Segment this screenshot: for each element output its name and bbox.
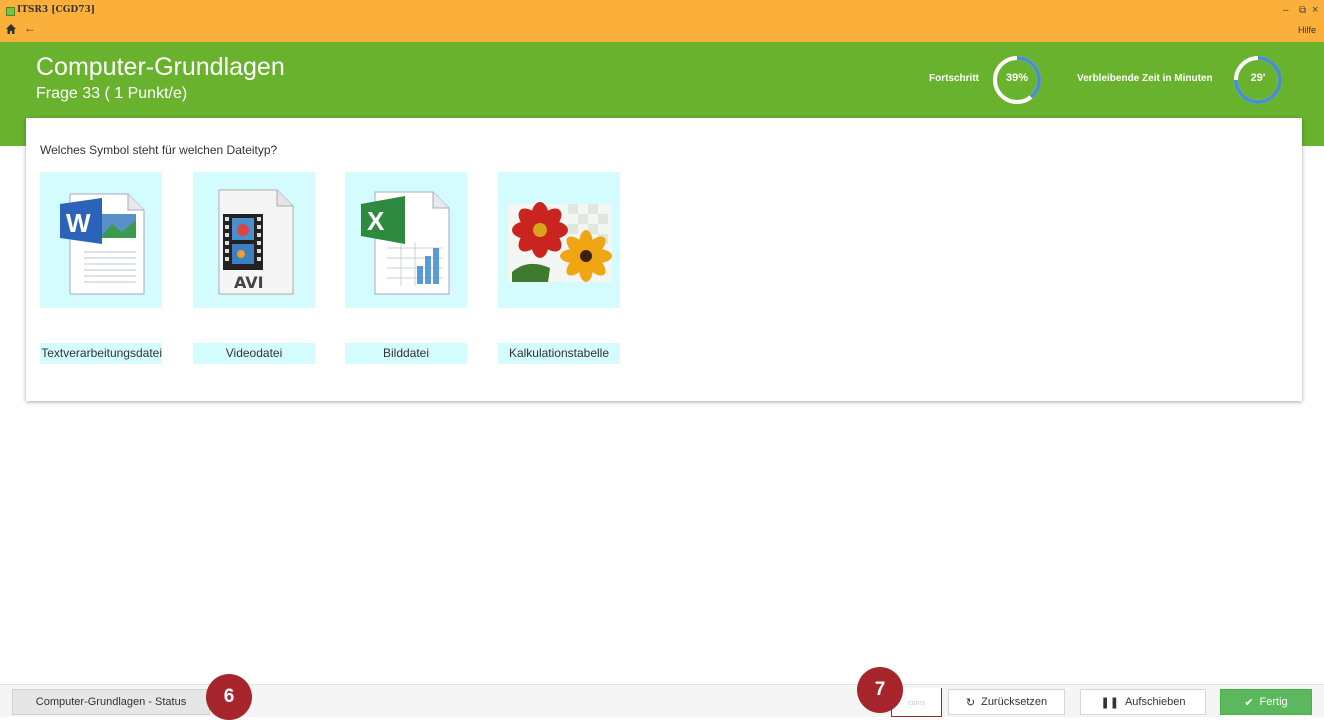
question-text: Welches Symbol steht für welchen Dateity… — [40, 143, 278, 157]
help-link[interactable]: Hilfe — [1298, 25, 1316, 35]
app-icon — [6, 7, 15, 16]
avi-label: AVI — [234, 273, 264, 292]
home-icon[interactable] — [5, 23, 17, 35]
answer-label-spreadsheet[interactable]: Kalkulationstabelle — [498, 343, 620, 364]
reset-button[interactable]: ↻ Zurücksetzen — [948, 689, 1065, 715]
reset-icon: ↻ — [965, 696, 976, 709]
draggable-icon-word[interactable]: W — [40, 172, 162, 308]
progress-label: Fortschritt — [929, 73, 979, 84]
minimize-button[interactable]: – — [1283, 5, 1289, 16]
postpone-button[interactable]: ❚❚ Aufschieben — [1080, 689, 1206, 715]
answer-label-image[interactable]: Bilddatei — [345, 343, 467, 364]
excel-spreadsheet-icon: X — [361, 191, 450, 295]
progress-value: 39% — [1005, 72, 1029, 84]
done-button[interactable]: ✔ Fertig — [1220, 689, 1312, 715]
check-icon: ✔ — [1244, 696, 1254, 709]
progress-ring: 39% — [990, 53, 1044, 107]
word-document-icon: W — [60, 193, 145, 295]
answer-label-text-processing[interactable]: Textverarbeitungsdatei — [40, 343, 162, 364]
window-titlebar: ITSR3 [CGD73] ← – ⧉ × Hilfe — [0, 0, 1324, 42]
svg-text:X: X — [367, 206, 385, 236]
draggable-icon-spreadsheet[interactable]: X — [345, 172, 467, 308]
svg-text:W: W — [66, 208, 91, 238]
pause-icon: ❚❚ — [1100, 696, 1119, 709]
time-remaining-value: 29' — [1250, 72, 1266, 84]
back-arrow-icon[interactable]: ← — [24, 21, 36, 35]
reset-button-label: Zurücksetzen — [981, 696, 1048, 708]
window-title: ITSR3 [CGD73] — [17, 5, 95, 15]
done-button-label: Fertig — [1259, 696, 1288, 708]
annotation-marker-7: 7 — [857, 667, 903, 713]
draggable-icon-video[interactable]: AVI — [193, 172, 315, 308]
draggable-icon-image[interactable] — [498, 172, 620, 308]
time-remaining-label: Verbleibende Zeit in Minuten — [1077, 73, 1213, 84]
question-card: Welches Symbol steht für welchen Dateity… — [26, 118, 1302, 401]
flower-image-icon — [508, 202, 612, 282]
avi-video-icon: AVI — [218, 189, 294, 295]
time-ring: 29' — [1231, 53, 1285, 107]
restore-button[interactable]: ⧉ — [1299, 5, 1306, 16]
postpone-button-label: Aufschieben — [1124, 696, 1186, 708]
course-status-button[interactable]: Computer-Grundlagen - Status — [12, 689, 210, 715]
answer-label-video[interactable]: Videodatei — [193, 343, 315, 364]
course-title: Computer-Grundlagen — [36, 53, 285, 81]
question-number: Frage 33 ( 1 Punkt/e) — [36, 85, 188, 102]
annotation-marker-6: 6 — [206, 674, 252, 720]
close-button[interactable]: × — [1312, 4, 1318, 16]
